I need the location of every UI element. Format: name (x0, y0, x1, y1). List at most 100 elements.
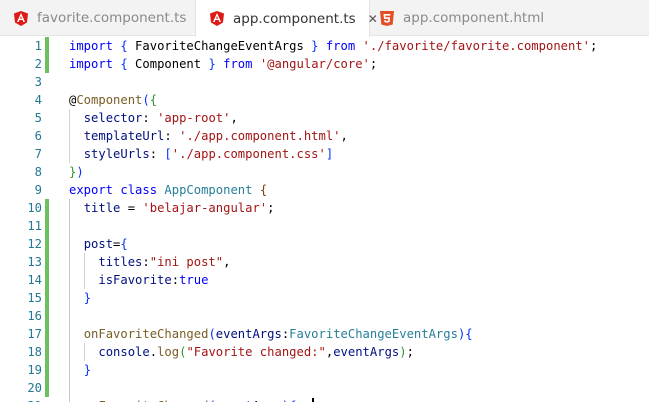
code-token: : (142, 111, 158, 125)
code-token: ] (325, 147, 334, 161)
tab-label: app.component.ts (233, 10, 356, 27)
code-token: onFavoriteChanged (83, 327, 209, 341)
code-line[interactable]: 21 onFavoriteChanged(eventArgs){ (0, 397, 649, 402)
code-token: ; (406, 345, 414, 359)
code-line[interactable]: 10 title = 'belajar-angular'; (0, 199, 649, 217)
code-token: "Favorite changed:" (186, 345, 326, 359)
line-number: 4 (34, 93, 42, 107)
code-text: selector: 'app-root', (69, 109, 238, 127)
code-text: import { FavoriteChangeEventArgs } from … (69, 37, 597, 55)
tab-app-component-html[interactable]: app.component.html (370, 0, 550, 36)
gutter-change-marker[interactable] (45, 199, 49, 217)
code-token: [ (164, 147, 172, 161)
code-token: = (120, 201, 143, 215)
gutter-change-marker[interactable] (45, 253, 49, 271)
code-token: class (120, 183, 158, 197)
gutter-change-marker[interactable] (45, 235, 49, 253)
code-text: titles:"ini post", (69, 253, 230, 271)
code-line[interactable]: 13 titles:"ini post", (0, 253, 649, 271)
code-line[interactable]: 3 (0, 73, 649, 91)
line-number: 15 (27, 291, 42, 305)
code-line[interactable]: 2 import { Component } from '@angular/cor… (0, 55, 649, 73)
code-text: } (69, 289, 91, 307)
code-text: onFavoriteChanged(eventArgs){ (69, 397, 297, 402)
line-number: 21 (0, 397, 42, 402)
code-token: ) (399, 345, 407, 359)
code-line[interactable]: 6 templateUrl: './app.component.html', (0, 127, 649, 145)
code-token: selector (83, 111, 143, 125)
code-token: : (142, 255, 150, 269)
line-number: 8 (34, 165, 42, 179)
code-token: : (171, 273, 180, 287)
gutter-change-marker[interactable] (45, 379, 49, 397)
gutter-change-marker[interactable] (45, 307, 49, 325)
code-token: ; (590, 39, 598, 53)
line-number: 14 (27, 273, 42, 287)
code-line[interactable]: 20 (0, 379, 649, 397)
gutter-change-marker[interactable] (45, 343, 49, 361)
gutter-change-marker[interactable] (45, 289, 49, 307)
code-token: } (311, 39, 319, 53)
code-text: title = 'belajar-angular'; (69, 199, 275, 217)
code-line[interactable]: 5 selector: 'app-root', (0, 109, 649, 127)
code-line[interactable]: 7 styleUrls: ['./app.component.css'] (0, 145, 649, 163)
line-number: 3 (34, 75, 42, 89)
code-line[interactable]: 1 import { FavoriteChangeEventArgs } from… (0, 37, 649, 55)
code-token: from (325, 39, 356, 53)
code-line[interactable]: 9 export class AppComponent { (0, 181, 649, 199)
code-line[interactable]: 18 console.log("Favorite changed:",event… (0, 343, 649, 361)
code-text: console.log("Favorite changed:",eventArg… (69, 343, 414, 361)
line-number: 10 (27, 201, 42, 215)
code-token: { (149, 93, 158, 107)
tab-app-component-ts[interactable]: app.component.ts ✕ (195, 0, 378, 37)
code-token: { (120, 39, 128, 53)
line-number: 18 (27, 345, 42, 359)
code-token: ( (208, 327, 216, 341)
code-line[interactable]: 15 } (0, 289, 649, 307)
line-number: 2 (34, 57, 42, 71)
code-line[interactable]: 14 isFavorite:true (0, 271, 649, 289)
code-token: from (223, 57, 253, 71)
code-token: : (164, 129, 180, 143)
code-text: @Component({ (69, 91, 157, 109)
code-editor[interactable]: 1 import { FavoriteChangeEventArgs } from… (0, 37, 649, 402)
html5-icon (380, 10, 394, 26)
line-number: 20 (27, 381, 42, 395)
code-token: eventArgs (333, 345, 400, 359)
code-token: Component (127, 57, 209, 71)
code-token: , (230, 111, 238, 125)
code-token: . (149, 345, 158, 359)
code-line[interactable]: 8}) (0, 163, 649, 181)
code-line[interactable]: 4 @Component({ (0, 91, 649, 109)
code-text: styleUrls: ['./app.component.css'] (69, 145, 334, 163)
code-line[interactable]: 16 (0, 307, 649, 325)
tab-label: favorite.component.ts (37, 10, 187, 26)
line-number: 1 (34, 39, 42, 53)
code-token: import (69, 57, 114, 71)
code-token: log (157, 345, 180, 359)
gutter-change-marker[interactable] (45, 361, 49, 379)
code-line[interactable]: 11 (0, 217, 649, 235)
tab-favorite-component-ts[interactable]: favorite.component.ts (0, 0, 195, 36)
gutter-change-marker[interactable] (45, 55, 49, 73)
code-token: ( (142, 93, 150, 107)
gutter-change-marker[interactable] (45, 271, 49, 289)
code-token: FavoriteChangeEventArgs (127, 39, 312, 53)
code-token: "ini post" (149, 255, 224, 269)
gutter-change-marker[interactable] (45, 37, 49, 55)
code-token: '@angular/core' (259, 57, 370, 71)
tab-bar: favorite.component.ts app.component.ts ✕… (0, 0, 649, 37)
gutter-change-marker[interactable] (45, 217, 49, 235)
code-line[interactable]: 12 post={ (0, 235, 649, 253)
gutter-change-marker[interactable] (45, 325, 49, 343)
code-token: export (69, 183, 114, 197)
code-line[interactable]: 19 } (0, 361, 649, 379)
code-token: AppComponent (164, 183, 253, 197)
code-line[interactable]: 17 onFavoriteChanged(eventArgs:FavoriteC… (0, 325, 649, 343)
line-number: 6 (34, 129, 42, 143)
